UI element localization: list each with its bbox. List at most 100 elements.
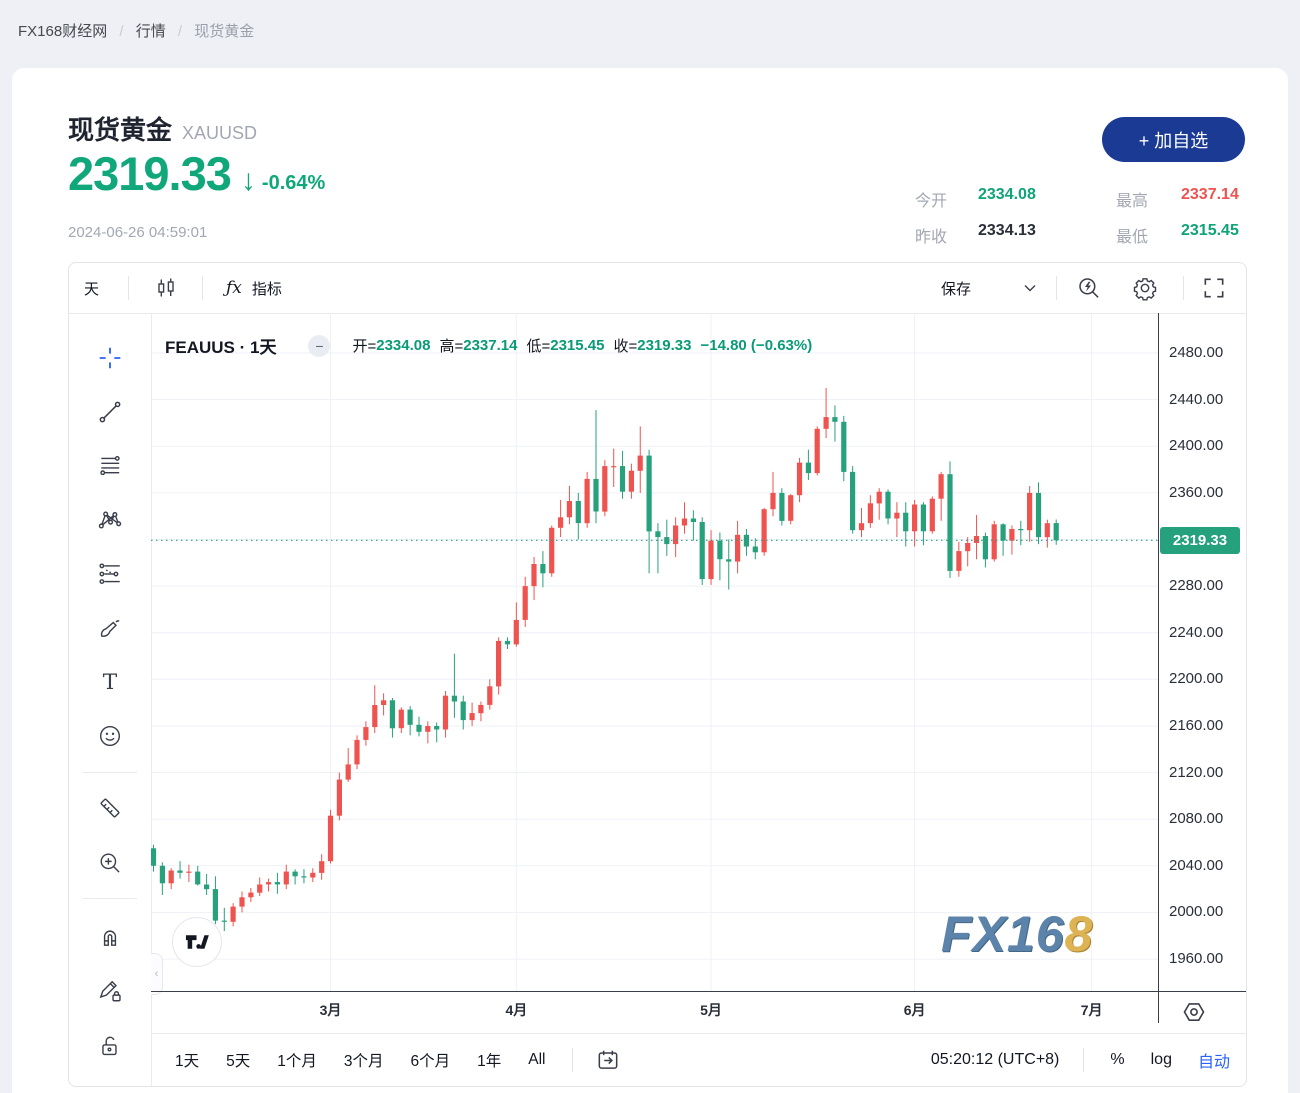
month-tick: 5月 xyxy=(691,1000,731,1020)
tradingview-icon xyxy=(184,930,210,954)
chart-legend: FEAUUS · 1天 − 开=2334.08 高=2337.14 低=2315… xyxy=(165,333,812,358)
goto-date-button[interactable] xyxy=(595,1047,621,1073)
smiley-icon xyxy=(97,723,123,749)
current-price-tag: 2319.33 xyxy=(1160,527,1240,554)
price-tick: 2240.00 xyxy=(1169,624,1223,641)
fib-lines-tool[interactable] xyxy=(95,451,125,481)
toolbar-divider xyxy=(1183,276,1184,300)
price-tick: 2480.00 xyxy=(1169,344,1223,361)
high-label: 高= xyxy=(439,335,463,356)
fullscreen-button[interactable] xyxy=(1201,263,1227,313)
rangebar-divider xyxy=(1083,1048,1084,1072)
price-tick: 2200.00 xyxy=(1169,670,1223,687)
toolbar-divider xyxy=(1056,276,1057,300)
percent-scale-button[interactable]: % xyxy=(1110,1051,1124,1069)
range-1y[interactable]: 1年 xyxy=(477,1049,501,1071)
range-6m[interactable]: 6个月 xyxy=(411,1049,451,1071)
legend-change: −14.80 (−0.63%) xyxy=(700,337,812,354)
measure-tool[interactable] xyxy=(95,793,125,823)
tradingview-logo[interactable] xyxy=(172,917,222,967)
text-tool[interactable]: T xyxy=(95,667,125,697)
last-price: 2319.33 xyxy=(68,148,231,200)
instrument-title: 现货黄金XAUUSD xyxy=(68,110,257,147)
instrument-symbol: XAUUSD xyxy=(182,123,257,143)
scale-settings-button[interactable] xyxy=(1179,997,1209,1027)
interval-button[interactable]: 天 xyxy=(84,263,99,313)
breadcrumb-home[interactable]: FX168财经网 xyxy=(18,23,107,40)
price-row: 2319.33 ↓ -0.64% xyxy=(68,148,325,200)
svg-text:T: T xyxy=(103,670,118,695)
candlestick-chart[interactable] xyxy=(151,313,1158,991)
time-axis[interactable]: 3月 4月 5月 6月 7月 xyxy=(151,991,1246,1034)
price-tick: 2360.00 xyxy=(1169,484,1223,501)
toolbar-divider xyxy=(128,276,129,300)
price-axis[interactable]: 2480.00 2440.00 2400.00 2360.00 2280.00 2240.… xyxy=(1158,313,1246,991)
month-tick: 3月 xyxy=(311,1000,351,1020)
price-tick: 2120.00 xyxy=(1169,764,1223,781)
gear-icon xyxy=(1132,275,1158,301)
lock-all-tool[interactable] xyxy=(95,1031,125,1061)
price-tick: 2000.00 xyxy=(1169,903,1223,920)
stat-prevclose-value: 2334.13 xyxy=(978,222,1036,240)
month-tick: 7月 xyxy=(1072,1000,1112,1020)
indicators-button[interactable]: ƒx 指标 xyxy=(226,263,282,313)
month-tick: 6月 xyxy=(895,1000,935,1020)
zoom-in-tool[interactable] xyxy=(95,848,125,878)
range-1d[interactable]: 1天 xyxy=(175,1049,199,1071)
crosshair-tool[interactable] xyxy=(95,343,125,373)
trend-line-icon xyxy=(97,399,123,425)
candlestick-icon xyxy=(154,276,178,300)
stat-open-value: 2334.08 xyxy=(978,186,1036,204)
magnet-icon xyxy=(97,923,123,949)
toolbar-collapse-handle[interactable]: ‹ xyxy=(151,953,163,995)
month-tick: 4月 xyxy=(496,1000,536,1020)
emoji-tool[interactable] xyxy=(95,721,125,751)
range-bar: 1天 5天 1个月 3个月 6个月 1年 All 05:20:12 (UTC+8… xyxy=(151,1033,1246,1086)
chart-style-button[interactable] xyxy=(154,263,178,313)
settings-button[interactable] xyxy=(1132,263,1158,313)
more-icon xyxy=(97,1083,123,1087)
pencil-lock-icon xyxy=(97,978,123,1004)
range-all[interactable]: All xyxy=(528,1051,545,1069)
log-scale-button[interactable]: log xyxy=(1151,1051,1172,1069)
legend-series-title: FEAUUS · 1天 xyxy=(165,333,276,358)
pattern-tool[interactable] xyxy=(95,505,125,535)
crosshair-icon xyxy=(97,345,123,371)
position-tool[interactable] xyxy=(95,559,125,589)
range-1m[interactable]: 1个月 xyxy=(277,1049,317,1071)
add-watchlist-button[interactable]: + 加自选 xyxy=(1102,117,1245,162)
price-tick: 2160.00 xyxy=(1169,717,1223,734)
quote-timestamp: 2024-06-26 04:59:01 xyxy=(68,224,207,241)
range-3m[interactable]: 3个月 xyxy=(344,1049,384,1071)
toolbar-divider xyxy=(202,276,203,300)
save-menu-chevron[interactable] xyxy=(1024,263,1036,313)
breadcrumb-quotes[interactable]: 行情 xyxy=(136,23,166,40)
breadcrumb-separator: / xyxy=(178,23,182,40)
save-button[interactable]: 保存 xyxy=(941,263,971,313)
chart-widget: 天 ƒx 指标 保存 xyxy=(68,262,1247,1087)
price-tick: 2280.00 xyxy=(1169,577,1223,594)
breadcrumb-separator: / xyxy=(119,23,123,40)
price-tick: 2440.00 xyxy=(1169,391,1223,408)
trendline-tool[interactable] xyxy=(95,397,125,427)
edit-lock-tool[interactable] xyxy=(95,976,125,1006)
brush-tool[interactable] xyxy=(95,613,125,643)
stat-high-label: 最高 xyxy=(1116,187,1148,211)
rangebar-divider xyxy=(572,1048,573,1072)
price-tick: 2400.00 xyxy=(1169,437,1223,454)
brush-icon xyxy=(97,615,123,641)
chart-plot-area[interactable]: FX168 FEAUUS · 1天 − 开=2334.08 高=2337.14 … xyxy=(151,313,1158,991)
magnet-tool[interactable] xyxy=(95,921,125,951)
legend-hide-button[interactable]: − xyxy=(308,335,330,357)
breadcrumb: FX168财经网 / 行情 / 现货黄金 xyxy=(18,20,254,41)
more-tools[interactable] xyxy=(95,1081,125,1087)
quick-search-button[interactable] xyxy=(1076,263,1102,313)
range-5d[interactable]: 5天 xyxy=(226,1049,250,1071)
auto-scale-button[interactable]: 自动 xyxy=(1198,1048,1230,1072)
price-tick: 2080.00 xyxy=(1169,810,1223,827)
close-value: 2319.33 xyxy=(637,337,691,354)
stat-high-value: 2337.14 xyxy=(1181,186,1239,204)
stat-low-value: 2315.45 xyxy=(1181,222,1239,240)
ruler-icon xyxy=(97,795,123,821)
session-clock[interactable]: 05:20:12 (UTC+8) xyxy=(931,1051,1060,1069)
